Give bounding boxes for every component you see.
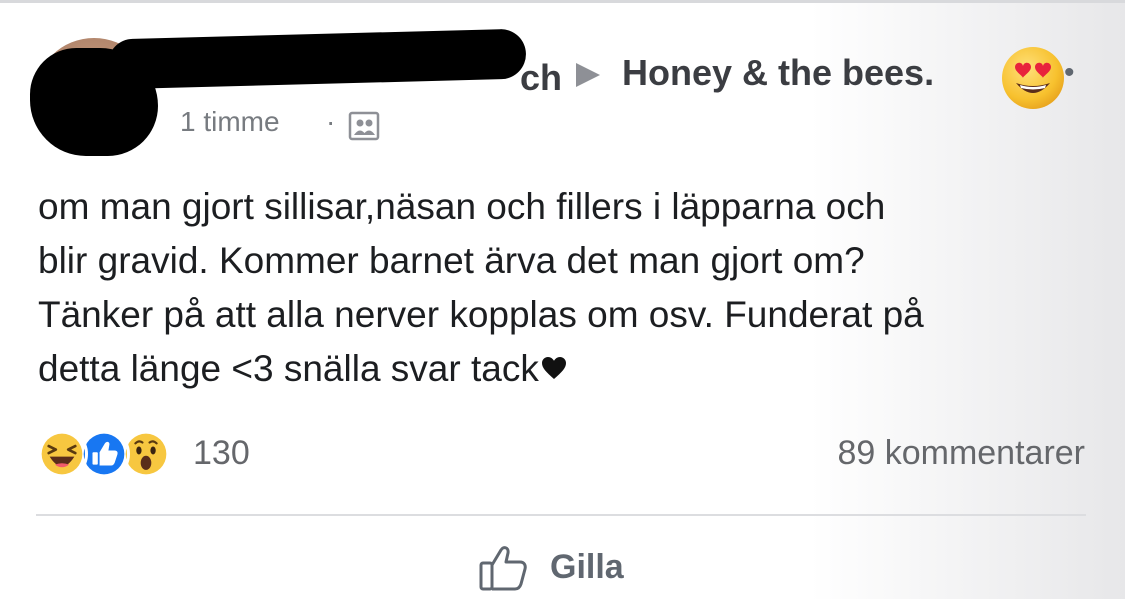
group-name-link[interactable]: Honey & the bees.: [622, 52, 934, 94]
heart-eyes-emoji-icon: [1002, 47, 1064, 109]
reaction-count[interactable]: 130: [193, 434, 250, 473]
post-body: om man gjort sillisar,näsan och fillers …: [38, 180, 1098, 396]
group-audience-icon: [348, 111, 380, 141]
laughing-emoji-icon: [36, 428, 88, 480]
author-name-redaction: [107, 28, 527, 90]
thumbs-up-outline-icon: [479, 546, 527, 591]
top-border: [0, 0, 1125, 3]
like-button-label: Gilla: [550, 547, 624, 586]
reactions-summary[interactable]: [36, 428, 172, 480]
author-name-visible-tail[interactable]: ch: [520, 57, 562, 99]
post-body-line-last: detta länge <3 snälla svar tack: [38, 342, 1098, 396]
arrow-right-icon: [576, 63, 600, 87]
post-body-line: om man gjort sillisar,näsan och fillers …: [38, 186, 886, 227]
more-dots-icon[interactable]: •: [1064, 56, 1076, 90]
post-time[interactable]: 1 timme: [180, 106, 280, 138]
meta-separator: ·: [326, 106, 336, 137]
like-button[interactable]: Gilla: [478, 540, 624, 594]
divider: [36, 514, 1086, 516]
comment-count-link[interactable]: 89 kommentarer: [837, 434, 1085, 473]
post-body-line: detta länge <3 snälla svar tack: [38, 348, 539, 389]
post-body-line: blir gravid. Kommer barnet ärva det man …: [38, 240, 865, 281]
post-body-line: Tänker på att alla nerver kopplas om osv…: [38, 294, 924, 335]
black-heart-icon: [541, 357, 566, 380]
